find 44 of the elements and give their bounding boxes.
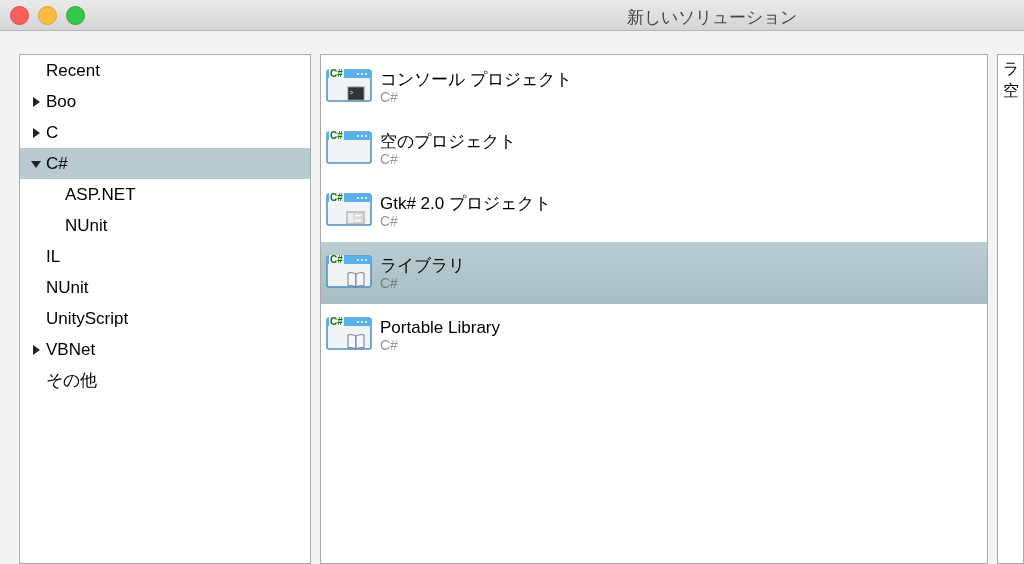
template-item[interactable]: C# Gtk# 2.0 プロジェクト C# xyxy=(321,180,987,242)
template-language: C# xyxy=(380,89,399,105)
expanded-triangle-icon[interactable] xyxy=(31,158,41,169)
icon-label: C# xyxy=(329,317,344,327)
template-name: Gtk# 2.0 プロジェクト xyxy=(380,193,551,214)
category-item[interactable]: Boo xyxy=(20,86,310,117)
template-item[interactable]: C# 空のプロジェクト C# xyxy=(321,118,987,180)
template-language: C# xyxy=(380,213,399,229)
template-item[interactable]: C# コンソール プロジェクト C# xyxy=(321,56,987,118)
template-name: Portable Library xyxy=(380,317,500,338)
template-item[interactable]: C# ライブラリ C# xyxy=(321,242,987,304)
book-icon xyxy=(347,334,365,350)
form-icon xyxy=(346,211,365,225)
window-title: 新しいソリューション xyxy=(627,7,797,29)
terminal-icon xyxy=(347,86,365,101)
description-text: ラ xyxy=(1003,59,1020,79)
template-language: C# xyxy=(380,275,399,291)
icon-label: C# xyxy=(329,255,344,265)
category-item[interactable]: NUnit xyxy=(20,272,310,303)
icon-label: C# xyxy=(329,69,344,79)
template-name: 空のプロジェクト xyxy=(380,131,516,152)
window-icon xyxy=(326,131,372,164)
template-language: C# xyxy=(380,337,399,353)
category-item[interactable]: NUnit xyxy=(20,210,310,241)
book-icon xyxy=(347,272,365,288)
template-name: コンソール プロジェクト xyxy=(380,69,572,90)
description-text: 空 xyxy=(1003,81,1020,101)
close-icon[interactable] xyxy=(10,5,29,25)
icon-label: C# xyxy=(329,131,344,141)
collapsed-triangle-icon[interactable] xyxy=(31,344,41,355)
category-item[interactable]: ASP.NET xyxy=(20,179,310,210)
category-item[interactable]: C# xyxy=(20,148,310,179)
collapsed-triangle-icon[interactable] xyxy=(31,96,41,107)
collapsed-triangle-icon[interactable] xyxy=(31,127,41,138)
category-item[interactable]: C xyxy=(20,117,310,148)
category-item[interactable]: UnityScript xyxy=(20,303,310,334)
category-item[interactable]: Recent xyxy=(20,55,310,86)
icon-label: C# xyxy=(329,193,344,203)
template-language: C# xyxy=(380,151,399,167)
template-name: ライブラリ xyxy=(380,255,465,276)
category-item[interactable]: その他 xyxy=(20,365,310,396)
category-item[interactable]: VBNet xyxy=(20,334,310,365)
category-item[interactable]: IL xyxy=(20,241,310,272)
template-item[interactable]: C# Portable Library C# xyxy=(321,304,987,366)
